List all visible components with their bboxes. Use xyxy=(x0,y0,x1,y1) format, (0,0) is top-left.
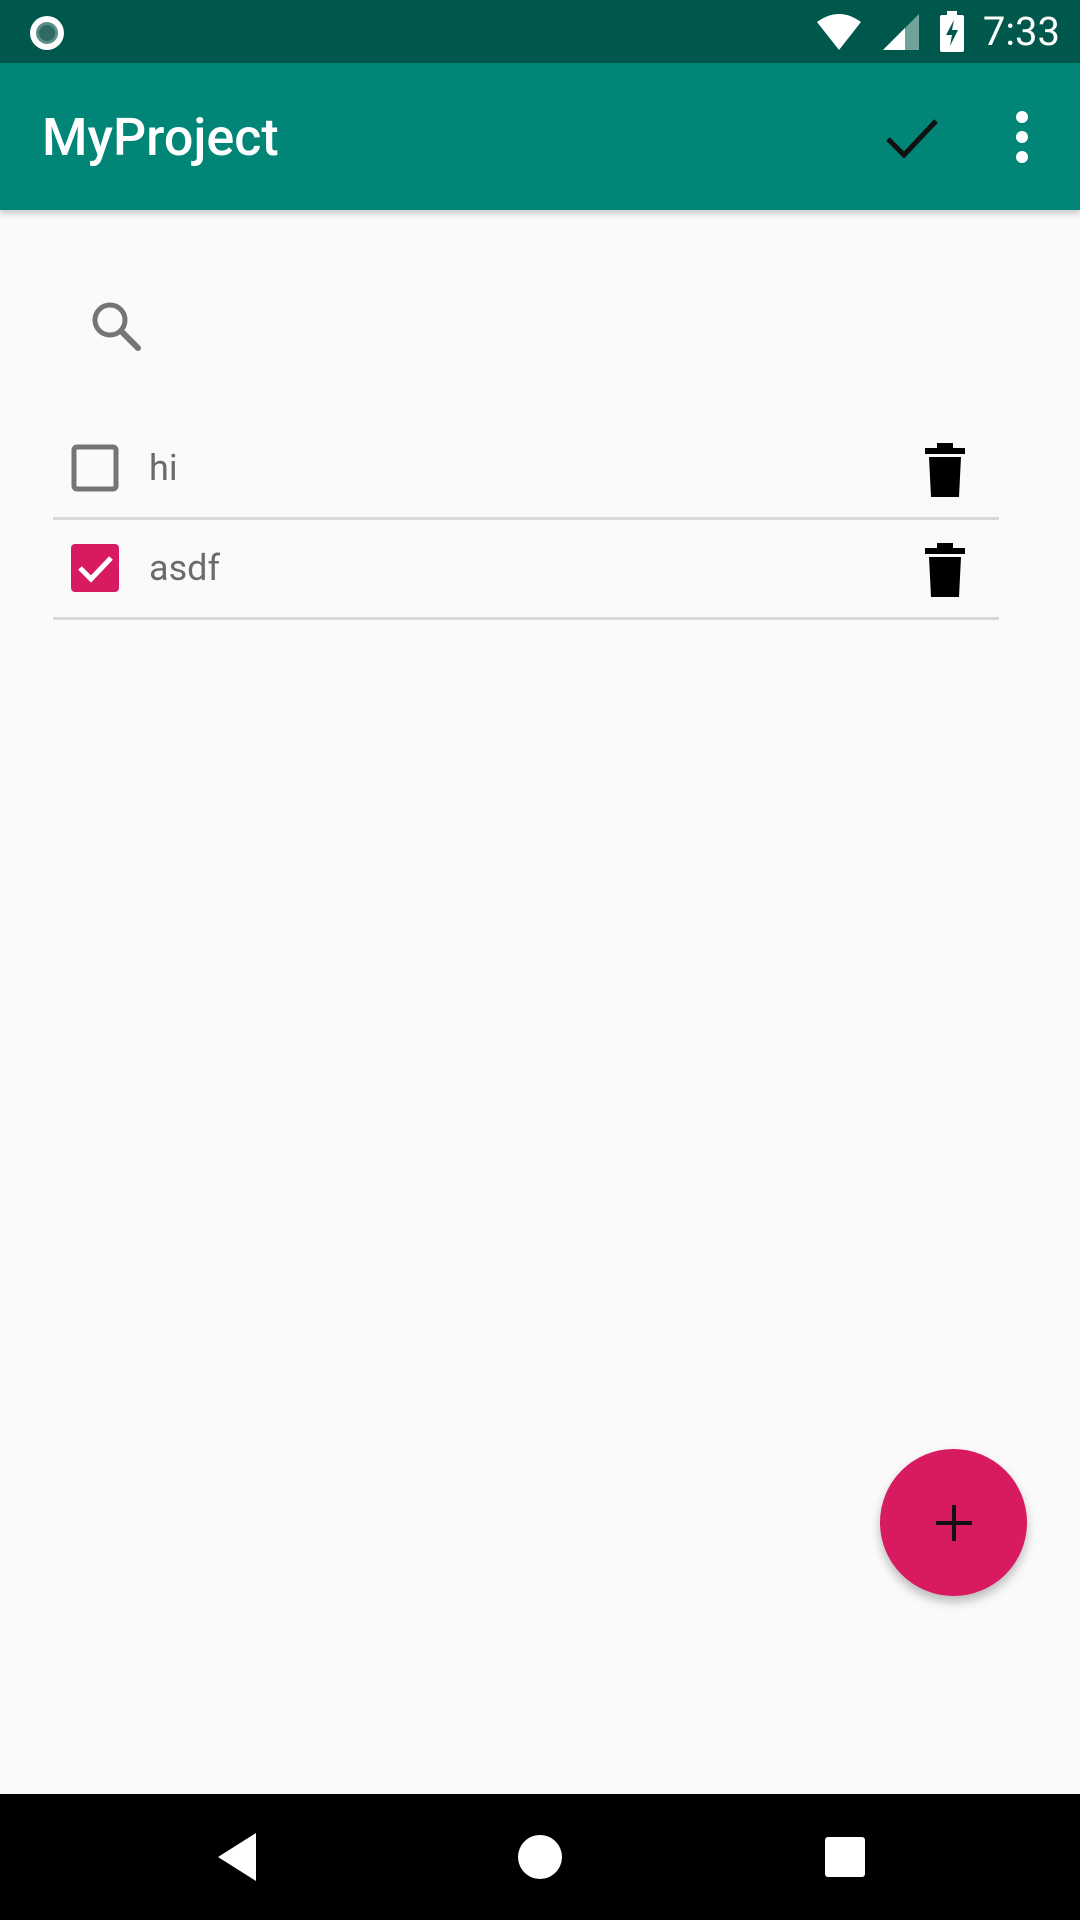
todo-row: hi xyxy=(53,420,999,520)
checkbox-checked[interactable] xyxy=(71,544,119,592)
app-title: MyProject xyxy=(42,107,279,168)
status-icons: 7:33 xyxy=(815,0,1060,63)
signal-icon xyxy=(882,13,919,50)
delete-icon[interactable] xyxy=(919,442,971,498)
checkbox-unchecked[interactable] xyxy=(71,444,119,492)
add-fab-button[interactable] xyxy=(880,1449,1027,1596)
todo-list: hi asdf xyxy=(53,420,999,620)
todo-label: asdf xyxy=(149,547,220,589)
wifi-icon xyxy=(816,13,861,50)
delete-icon[interactable] xyxy=(919,542,971,598)
more-vert-icon[interactable] xyxy=(1000,105,1044,169)
battery-charging-icon xyxy=(939,10,964,52)
todo-row: asdf xyxy=(53,520,999,620)
recents-icon[interactable] xyxy=(815,1827,875,1887)
notification-dot-icon xyxy=(30,16,64,50)
search-icon[interactable] xyxy=(88,298,144,354)
home-icon[interactable] xyxy=(510,1827,570,1887)
back-icon[interactable] xyxy=(210,1827,270,1887)
check-icon[interactable] xyxy=(880,105,944,169)
status-clock: 7:33 xyxy=(982,8,1060,55)
system-nav-bar xyxy=(0,1794,1080,1920)
status-bar: 7:33 xyxy=(0,0,1080,63)
app-bar: MyProject xyxy=(0,63,1080,210)
plus-icon xyxy=(935,1504,972,1541)
todo-label: hi xyxy=(149,447,178,489)
